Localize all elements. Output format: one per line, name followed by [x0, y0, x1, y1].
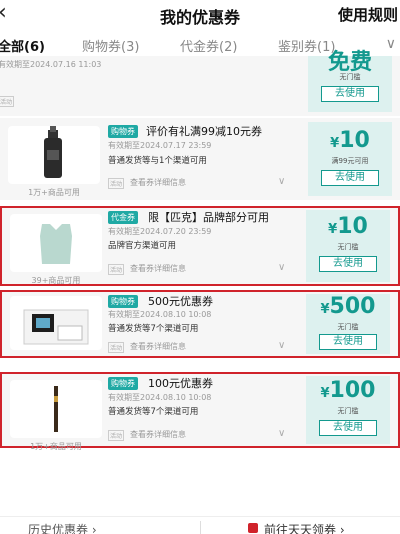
coupon-amount: ¥500 [320, 294, 376, 319]
expand-detail-icon[interactable]: ∨ [278, 176, 285, 187]
coupon-detail-link[interactable]: 查看券详细信息 [130, 177, 186, 188]
coupon-card[interactable]: 1万+商品可用 购物券 评价有礼满99减10元券 有效期至2024.07.17 … [0, 118, 400, 200]
coupon-center-icon [248, 523, 258, 533]
coupon-value-panel: ¥10 无门槛 去使用 [306, 210, 390, 282]
coupon-scope: 普通发货等7个渠道可用 [108, 324, 199, 334]
coupon-condition: 无门槛 [337, 243, 359, 251]
coupon-scope: 品牌官方渠道可用 [108, 241, 177, 251]
use-coupon-button[interactable]: 去使用 [319, 334, 377, 350]
coupon-value-panel: ¥500 无门槛 去使用 [306, 294, 390, 354]
coupon-value-panel: ¥10 满99元可用 去使用 [308, 122, 392, 196]
usage-rules-link[interactable]: 使用规则 [338, 4, 398, 25]
activity-tag: 活动 [108, 430, 125, 441]
shampoo-bottle-icon [44, 126, 62, 178]
use-coupon-button[interactable]: 去使用 [321, 86, 379, 102]
coupon-amount: ¥10 [330, 128, 370, 153]
coupon-condition: 无门槛 [337, 323, 359, 331]
coupon-scope: 普通发货等与1个渠道可用 [108, 156, 207, 166]
coupon-card[interactable]: 购物券 500元优惠券 有效期至2024.08.10 10:08 普通发货等7个… [0, 290, 400, 358]
coupon-type-badge: 代金券 [108, 211, 138, 224]
product-thumbnail [10, 296, 102, 350]
coupon-amount: ¥100 [320, 378, 376, 403]
go-claim-coupons-link[interactable]: 前往天天领券 › [264, 521, 345, 534]
tank-top-icon [40, 224, 72, 264]
coupon-card[interactable]: 39+商品可用 代金券 限【匹克】品牌部分可用 有效期至2024.07.20 2… [0, 206, 400, 286]
tab-voucher[interactable]: 代金券(2) [180, 36, 237, 55]
gift-box-icon [23, 309, 89, 345]
stick-product-icon [54, 386, 58, 432]
top-bar: ‹ 我的优惠券 使用规则 [0, 0, 400, 30]
coupon-validity: 有效期至2024.08.10 10:08 [108, 393, 212, 402]
coupon-detail-link[interactable]: 查看券详细信息 [130, 263, 186, 274]
product-thumbnail: 1万+商品可用 [10, 380, 102, 451]
coupon-card-partial: 有效期至2024.07.16 11:03 活动 免费 无门槛 去使用 [0, 50, 400, 116]
coupon-validity: 有效期至2024.07.16 11:03 [0, 60, 102, 69]
expand-detail-icon[interactable]: ∨ [278, 428, 285, 439]
coupon-amount: ¥10 [328, 214, 368, 239]
coupon-value-panel: 免费 无门槛 去使用 [308, 50, 392, 112]
coupon-name: 100元优惠券 [148, 377, 213, 390]
coupon-validity: 有效期至2024.07.17 23:59 [108, 141, 212, 150]
coupon-name: 限【匹克】品牌部分可用 [148, 211, 269, 224]
coupon-card[interactable]: 1万+商品可用 购物券 100元优惠券 有效期至2024.08.10 10:08… [0, 372, 400, 451]
use-coupon-button[interactable]: 去使用 [319, 256, 377, 272]
product-count-label: 39+商品可用 [31, 276, 81, 285]
product-thumbnail: 39+商品可用 [10, 214, 102, 285]
coupon-type-badge: 购物券 [108, 377, 138, 390]
use-coupon-button[interactable]: 去使用 [319, 420, 377, 436]
product-count-label: 1万+商品可用 [28, 188, 80, 197]
activity-tag: 活动 [108, 264, 125, 275]
divider [200, 521, 201, 534]
product-count-label: 1万+商品可用 [30, 442, 82, 451]
coupon-page: ‹ 我的优惠券 使用规则 全部(6) 购物券(3) 代金券(2) 鉴别券(1) … [0, 0, 400, 534]
coupon-detail-link[interactable]: 查看券详细信息 [130, 341, 186, 352]
coupon-name: 评价有礼满99减10元券 [146, 125, 262, 138]
coupon-detail-link[interactable]: 查看券详细信息 [130, 429, 186, 440]
coupon-type-badge: 购物券 [108, 125, 138, 138]
use-coupon-button[interactable]: 去使用 [321, 170, 379, 186]
bottom-bar: 历史优惠券 › 前往天天领券 › [0, 516, 400, 534]
coupon-value-panel: ¥100 无门槛 去使用 [306, 376, 390, 444]
coupon-scope: 普通发货等7个渠道可用 [108, 407, 199, 417]
product-thumbnail: 1万+商品可用 [8, 126, 100, 197]
coupon-validity: 有效期至2024.08.10 10:08 [108, 310, 212, 319]
history-coupons-link[interactable]: 历史优惠券 › [28, 521, 97, 534]
expand-detail-icon[interactable]: ∨ [278, 262, 285, 273]
coupon-condition: 满99元可用 [331, 157, 369, 165]
expand-detail-icon[interactable]: ∨ [278, 340, 285, 351]
activity-tag: 活动 [0, 96, 15, 107]
activity-tag: 活动 [108, 178, 125, 189]
tab-shopping[interactable]: 购物券(3) [82, 36, 139, 55]
coupon-condition: 无门槛 [339, 73, 361, 81]
coupon-type-badge: 购物券 [108, 295, 138, 308]
coupon-validity: 有效期至2024.07.20 23:59 [108, 227, 212, 236]
tab-all[interactable]: 全部(6) [0, 36, 45, 55]
activity-tag: 活动 [108, 342, 125, 353]
coupon-name: 500元优惠券 [148, 295, 213, 308]
coupon-condition: 无门槛 [337, 407, 359, 415]
